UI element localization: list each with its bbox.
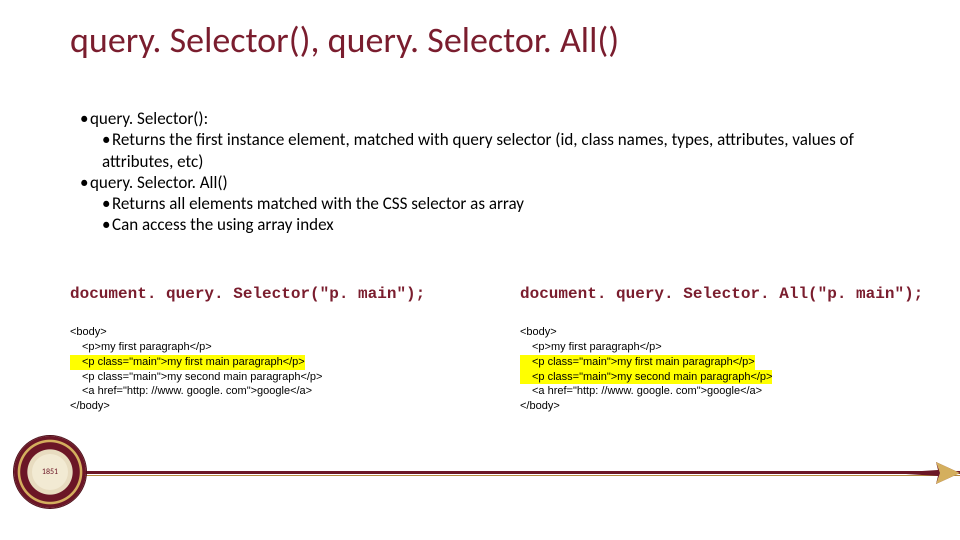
code-block-right: document. query. Selector. All("p. main"… xyxy=(520,285,940,414)
code-block-left: document. query. Selector("p. main"); <b… xyxy=(70,285,490,414)
code-snippet: <body> <p>my first paragraph</p> <p clas… xyxy=(520,325,940,414)
code-line: <p>my first paragraph</p> xyxy=(70,340,212,355)
bullet-l0: •query. Selector. All() xyxy=(70,172,910,193)
code-line-highlight: <p class="main">my second main paragraph… xyxy=(520,370,772,385)
bullet-l1: •Returns the first instance element, mat… xyxy=(92,129,910,172)
slide-title: query. Selector(), query. Selector. All(… xyxy=(70,18,619,62)
bullet-l0: •query. Selector(): xyxy=(70,108,910,129)
bullet-text: Returns the first instance element, matc… xyxy=(102,129,854,171)
spear-icon xyxy=(890,454,960,492)
code-line: <a href="http: //www. google. com">googl… xyxy=(520,384,762,399)
bullet-text: Returns all elements matched with the CS… xyxy=(112,193,524,214)
code-line: <body> xyxy=(70,325,490,340)
code-line: <p class="main">my second main paragraph… xyxy=(70,370,322,385)
code-line: <a href="http: //www. google. com">googl… xyxy=(70,384,312,399)
code-line-highlight: <p class="main">my first main paragraph<… xyxy=(520,355,755,370)
code-line: </body> xyxy=(70,399,490,414)
bullet-l1: •Returns all elements matched with the C… xyxy=(92,193,910,214)
bullet-text: Can access the using array index xyxy=(112,214,334,235)
footer-divider-accent xyxy=(85,475,960,476)
code-command: document. query. Selector. All("p. main"… xyxy=(520,285,940,303)
code-snippet: <body> <p>my first paragraph</p> <p clas… xyxy=(70,325,490,414)
code-line-highlight: <p class="main">my first main paragraph<… xyxy=(70,355,305,370)
code-line: </body> xyxy=(520,399,940,414)
university-seal-icon: 1851 xyxy=(14,436,86,508)
code-line: <body> xyxy=(520,325,940,340)
bullet-text: query. Selector(): xyxy=(90,108,208,129)
bullets-block: •query. Selector(): •Returns the first i… xyxy=(70,108,910,236)
footer-divider xyxy=(85,471,960,474)
code-line: <p>my first paragraph</p> xyxy=(520,340,662,355)
bullet-text: query. Selector. All() xyxy=(90,172,228,193)
seal-year: 1851 xyxy=(32,454,68,490)
code-command: document. query. Selector("p. main"); xyxy=(70,285,490,303)
bullet-l1: •Can access the using array index xyxy=(92,214,910,235)
